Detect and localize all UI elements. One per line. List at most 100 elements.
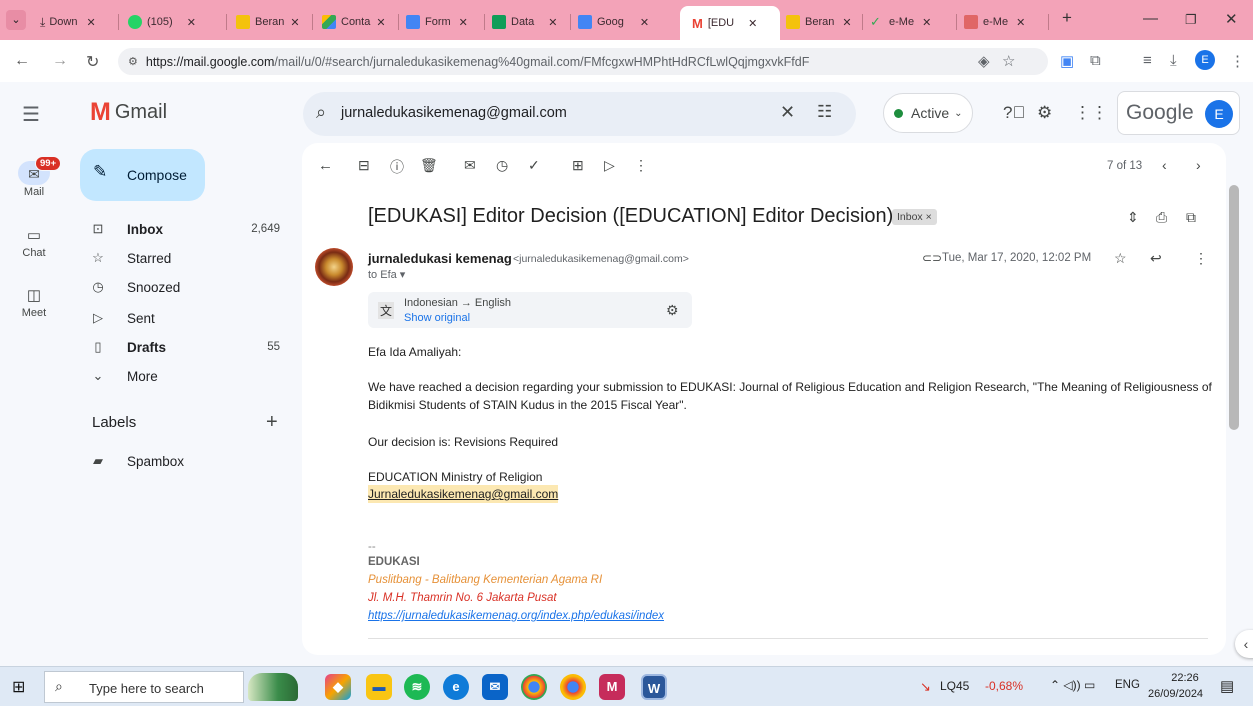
report-spam-icon[interactable]: ⓘ <box>390 157 404 177</box>
search-bar[interactable]: ⌕ jurnaledukasikemenag@gmail.com ✕ ☷ <box>303 92 856 136</box>
sender-name[interactable]: jurnaledukasi kemenag <box>368 251 512 266</box>
add-task-icon[interactable]: ✓ <box>528 157 540 174</box>
chrome-profile-icon[interactable] <box>560 674 586 700</box>
rail-item-chat[interactable]: ▭ Chat <box>0 226 68 259</box>
more-actions-icon[interactable]: ⋮ <box>634 157 648 174</box>
app-m-icon[interactable]: M <box>599 674 625 700</box>
rail-item-mail[interactable]: ✉ Mail <box>0 166 68 198</box>
browser-tab[interactable]: ✓ e-Me ✕ <box>870 8 952 36</box>
reply-icon[interactable]: ↩ <box>1150 250 1162 267</box>
side-panel-toggle[interactable]: ‹ <box>1235 630 1253 658</box>
search-highlight-image[interactable] <box>248 673 298 701</box>
signoff-email-link[interactable]: Jurnaledukasikemenag@gmail.com <box>368 485 559 503</box>
show-original-link[interactable]: Show original <box>404 312 470 324</box>
minimize-button[interactable]: — <box>1143 10 1158 27</box>
recipient-details-toggle[interactable]: to Efa ▾ <box>368 268 405 281</box>
translate-icon[interactable]: ▣ <box>1060 52 1074 70</box>
clear-search-icon[interactable]: ✕ <box>780 102 795 123</box>
system-tray-icons[interactable]: ⌃ ◁)) ▭ <box>1050 678 1095 692</box>
main-menu-icon[interactable]: ☰ <box>22 102 40 127</box>
browser-tab[interactable]: ⤓ Down ✕ <box>40 8 112 36</box>
add-label-icon[interactable]: + <box>266 411 278 434</box>
search-icon[interactable]: ⌕ <box>316 102 326 123</box>
browser-tab[interactable]: (105) ✕ <box>128 8 220 36</box>
site-info-icon[interactable]: ⚙ <box>128 55 138 68</box>
browser-tab[interactable]: Goog ✕ <box>578 8 674 36</box>
help-icon[interactable]: ?⃝ <box>1003 103 1025 123</box>
back-to-list-icon[interactable]: ← <box>318 157 333 174</box>
browser-menu-icon[interactable]: ⋮ <box>1230 52 1245 70</box>
tab-close-icon[interactable]: ✕ <box>376 16 385 29</box>
print-icon[interactable]: ⎙ <box>1156 209 1167 226</box>
copilot-icon[interactable]: ◆ <box>325 674 351 700</box>
browser-tab[interactable]: Beran ✕ <box>236 8 306 36</box>
downloads-icon[interactable]: ⤓ <box>1170 52 1177 69</box>
sidebar-item-inbox[interactable]: ⊡ Inbox 2,649 <box>80 215 290 243</box>
tab-close-icon[interactable]: ✕ <box>922 16 931 29</box>
file-explorer-icon[interactable]: ▬ <box>366 674 392 700</box>
chrome-icon[interactable] <box>521 674 547 700</box>
eye-icon[interactable]: ◈ <box>978 52 990 70</box>
sender-avatar[interactable] <box>315 248 353 286</box>
close-window-button[interactable]: ✕ <box>1225 10 1238 28</box>
forward-icon[interactable]: → <box>52 52 68 70</box>
apps-grid-icon[interactable]: ⋮⋮ <box>1074 103 1108 123</box>
mark-unread-icon[interactable]: ✉ <box>464 157 476 174</box>
sidebar-label-spambox[interactable]: ▰ Spambox <box>80 447 290 475</box>
search-options-icon[interactable]: ☷ <box>817 102 832 122</box>
input-language[interactable]: ENG <box>1115 679 1140 691</box>
tab-search-menu-button[interactable]: ⌄ <box>6 10 26 30</box>
star-icon[interactable]: ☆ <box>1114 250 1127 267</box>
browser-tab[interactable]: Data ✕ <box>492 8 564 36</box>
tab-close-icon[interactable]: ✕ <box>548 16 557 29</box>
url-field[interactable]: ⚙ https://mail.google.com/mail/u/0/#sear… <box>118 48 1048 75</box>
translation-settings-icon[interactable]: ⚙ <box>666 302 679 319</box>
clock-time[interactable]: 22:26 <box>1165 672 1205 684</box>
tab-close-icon[interactable]: ✕ <box>748 17 757 30</box>
profile-avatar[interactable]: E <box>1195 50 1215 70</box>
spotify-icon[interactable]: ≋ <box>404 674 430 700</box>
expand-all-icon[interactable]: ⇕ <box>1127 209 1139 226</box>
label-icon[interactable]: ▷ <box>604 157 615 174</box>
sidebar-item-more[interactable]: ⌄ More <box>80 362 290 390</box>
stock-ticker[interactable]: LQ45 <box>940 679 969 693</box>
search-input[interactable]: jurnaledukasikemenag@gmail.com <box>341 105 567 121</box>
browser-tab[interactable]: Conta ✕ <box>322 8 392 36</box>
new-tab-button[interactable]: + <box>1062 8 1072 28</box>
open-new-window-icon[interactable]: ⧉ <box>1186 209 1196 226</box>
message-more-icon[interactable]: ⋮ <box>1194 250 1208 267</box>
back-icon[interactable]: ← <box>14 52 30 70</box>
compose-button[interactable]: ✎ Compose <box>80 149 205 201</box>
move-to-icon[interactable]: ⊞ <box>572 157 584 174</box>
older-chevron-icon[interactable]: › <box>1196 157 1201 173</box>
browser-tab[interactable]: e-Me ✕ <box>964 8 1046 36</box>
word-icon[interactable]: W <box>641 674 667 700</box>
extensions-icon[interactable]: ⧉ <box>1090 52 1101 69</box>
account-avatar[interactable]: E <box>1205 100 1233 128</box>
sidebar-item-starred[interactable]: ☆ Starred <box>80 244 290 272</box>
google-account-button[interactable]: Google E <box>1117 91 1240 135</box>
sidebar-item-sent[interactable]: ▷ Sent <box>80 304 290 332</box>
gmail-logo[interactable]: M Gmail <box>90 98 167 127</box>
archive-icon[interactable]: ⊟ <box>358 157 370 174</box>
page-scrollbar[interactable] <box>1229 185 1239 430</box>
tab-close-icon[interactable]: ✕ <box>640 16 649 29</box>
inbox-label-chip[interactable]: Inbox × <box>892 209 937 225</box>
tab-close-icon[interactable]: ✕ <box>187 16 196 29</box>
restore-button[interactable]: ❐ <box>1185 12 1197 28</box>
signature-link[interactable]: https://jurnaledukasikemenag.org/index.p… <box>368 610 664 622</box>
windows-start-icon[interactable]: ⊞ <box>12 677 25 697</box>
browser-tab[interactable]: Form ✕ <box>406 8 478 36</box>
tab-close-icon[interactable]: ✕ <box>842 16 851 29</box>
taskbar-search[interactable]: ⌕ Type here to search <box>44 671 244 703</box>
edge-icon[interactable]: e <box>443 674 469 700</box>
sidebar-item-drafts[interactable]: ▯ Drafts 55 <box>80 333 290 361</box>
tab-close-icon[interactable]: ✕ <box>290 16 299 29</box>
newer-chevron-icon[interactable]: ‹ <box>1162 157 1167 173</box>
tab-close-icon[interactable]: ✕ <box>1016 16 1025 29</box>
notifications-icon[interactable]: ▤ <box>1220 677 1234 695</box>
browser-tab[interactable]: Beran ✕ <box>786 8 858 36</box>
delete-icon[interactable]: 🗑 <box>420 157 438 174</box>
tab-close-icon[interactable]: ✕ <box>86 16 95 29</box>
status-selector[interactable]: Active ⌄ <box>883 93 973 133</box>
